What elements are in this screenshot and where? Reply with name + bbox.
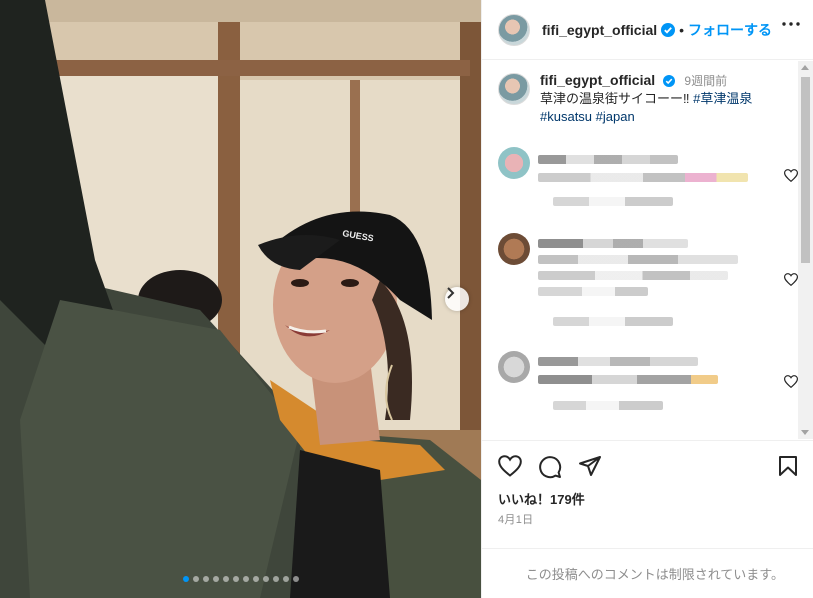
carousel-dots	[0, 576, 481, 582]
carousel-dot	[272, 576, 279, 582]
caption-avatar[interactable]	[498, 73, 530, 105]
avatar[interactable]	[498, 13, 530, 46]
caption-username[interactable]: fifi_egypt_official	[540, 72, 655, 88]
scrollbar-thumb[interactable]	[801, 77, 810, 263]
blurred-text	[538, 155, 678, 164]
carousel-dot	[242, 576, 249, 582]
comment-avatar[interactable]	[498, 351, 530, 383]
post-date[interactable]: 4月1日	[498, 511, 533, 527]
scroll-down-icon[interactable]	[801, 430, 809, 435]
carousel-next-button[interactable]	[445, 287, 469, 311]
scroll-up-icon[interactable]	[801, 65, 809, 70]
comment-avatar[interactable]	[498, 147, 530, 179]
blurred-text	[553, 317, 673, 326]
chevron-right-icon	[447, 287, 455, 299]
blurred-text	[538, 271, 728, 280]
hashtag-link[interactable]: #kusatsu	[540, 109, 592, 124]
comment-avatar[interactable]	[498, 233, 530, 265]
comments-scrollbar[interactable]	[798, 61, 813, 439]
photo-illustration: GUESS	[0, 0, 481, 598]
blurred-text	[538, 375, 718, 384]
verified-badge-icon	[661, 22, 676, 37]
username-link[interactable]: fifi_egypt_official	[542, 22, 657, 38]
heart-icon[interactable]	[498, 455, 522, 477]
blurred-text	[538, 287, 648, 296]
hashtag-link[interactable]: #japan	[596, 109, 635, 124]
comments-section[interactable]: fifi_egypt_official 9週間前 草津の温泉街サイコーー‼ #草…	[482, 61, 813, 439]
carousel-dot	[252, 576, 259, 582]
carousel-dot	[222, 576, 229, 582]
more-options-icon[interactable]	[782, 22, 800, 26]
blurred-text	[538, 239, 688, 248]
blurred-text	[553, 197, 673, 206]
blurred-text	[553, 401, 663, 410]
carousel-dot	[292, 576, 299, 582]
comment-item	[498, 147, 798, 207]
blurred-text	[538, 357, 698, 366]
comment-item	[498, 233, 798, 333]
caption-time: 9週間前	[684, 74, 728, 88]
carousel-dot	[282, 576, 289, 582]
comment-icon[interactable]	[538, 455, 562, 479]
post-caption: fifi_egypt_official 9週間前 草津の温泉街サイコーー‼ #草…	[498, 71, 798, 126]
hashtag-link[interactable]: #草津温泉	[693, 91, 752, 106]
carousel-dot	[212, 576, 219, 582]
post-actions: いいね！179件 4月1日	[482, 440, 813, 548]
post-photo[interactable]: GUESS	[0, 0, 481, 598]
carousel-dot	[262, 576, 269, 582]
verified-badge-icon	[662, 75, 675, 87]
carousel-dot	[182, 576, 189, 582]
comment-item	[498, 351, 798, 411]
heart-icon[interactable]	[784, 169, 798, 182]
likes-count[interactable]: いいね！179件	[498, 489, 585, 508]
caption-text: 草津の温泉街サイコーー‼	[540, 91, 690, 106]
heart-icon[interactable]	[784, 375, 798, 388]
comments-restricted-notice: この投稿へのコメントは制限されています。	[482, 548, 813, 598]
carousel-dot	[232, 576, 239, 582]
share-icon[interactable]	[578, 455, 602, 477]
blurred-text	[538, 173, 748, 182]
carousel-dot	[202, 576, 209, 582]
bookmark-icon[interactable]	[778, 455, 798, 477]
blurred-text	[538, 255, 738, 264]
post-side-panel: fifi_egypt_official • フォローする fifi_egypt_…	[481, 0, 813, 598]
header-separator: •	[679, 21, 685, 38]
post-header: fifi_egypt_official • フォローする	[482, 0, 813, 60]
heart-icon[interactable]	[784, 273, 798, 286]
carousel-dot	[192, 576, 199, 582]
follow-button[interactable]: フォローする	[688, 20, 772, 40]
